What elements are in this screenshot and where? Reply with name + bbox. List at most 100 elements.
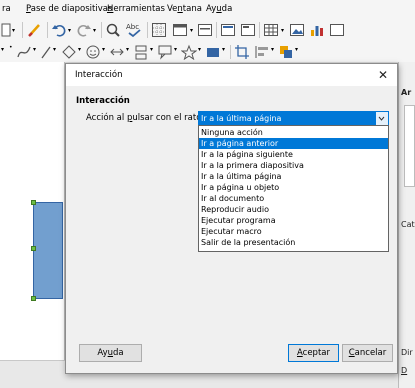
cancel-button[interactable]: Cancelar xyxy=(342,344,393,362)
action-label: Acción al pulsar con el ratón: xyxy=(86,113,210,123)
toolbar-separator xyxy=(230,45,231,59)
chevron-down-icon[interactable]: ▾ xyxy=(12,27,15,34)
redo-icon[interactable] xyxy=(76,22,92,38)
clear-format-icon[interactable] xyxy=(27,22,43,38)
chart-icon[interactable] xyxy=(309,22,325,38)
toolbar-separator xyxy=(147,22,148,38)
ok-button[interactable]: Aceptar xyxy=(288,344,339,362)
resize-handle[interactable] xyxy=(31,296,36,301)
menu-item-window[interactable]: Ventana xyxy=(167,4,202,14)
curve-icon[interactable] xyxy=(16,44,32,60)
flowchart-icon[interactable] xyxy=(133,44,149,60)
dropdown-item[interactable]: Ninguna acción xyxy=(199,127,388,138)
chevron-down-icon[interactable]: ▾ xyxy=(33,46,36,53)
button-text: ancelar xyxy=(354,348,387,358)
menu-bar: ra Pase de diapositivas Herramientas Ven… xyxy=(0,0,415,18)
svg-text:Abc: Abc xyxy=(126,23,139,31)
chevron-down-icon[interactable]: ▾ xyxy=(281,27,284,34)
chevron-down-icon[interactable]: ▾ xyxy=(295,46,298,53)
section-heading: Interacción xyxy=(76,96,130,106)
chevron-down-icon[interactable]: ▾ xyxy=(1,46,4,53)
new-icon[interactable] xyxy=(1,23,11,37)
dropdown-item[interactable]: Ir al documento xyxy=(199,193,388,204)
dropdown-item[interactable]: Ir a la página siguiente xyxy=(199,149,388,160)
dropdown-item[interactable]: Ejecutar programa xyxy=(199,215,388,226)
menu-item-slide-show[interactable]: Pase de diapositivas xyxy=(26,4,112,14)
toolbar-separator xyxy=(101,22,102,38)
menu-item-text: ase de diapositivas xyxy=(30,4,113,14)
menu-item-format[interactable]: ra xyxy=(2,4,11,14)
dropdown-item[interactable]: Ir a página u objeto xyxy=(199,182,388,193)
textbox-icon[interactable] xyxy=(329,22,345,38)
sidebar-label-direction: Dir xyxy=(401,348,413,357)
table-icon[interactable] xyxy=(263,22,279,38)
chevron-down-icon[interactable]: ▾ xyxy=(174,46,177,53)
find-icon[interactable] xyxy=(105,22,121,38)
dialog-titlebar[interactable]: Interacción ✕ xyxy=(66,64,397,86)
chevron-down-icon[interactable]: ▾ xyxy=(78,46,81,53)
action-dropdown-list[interactable]: Ninguna acción Ir a página anterior Ir a… xyxy=(198,125,389,252)
align-icon[interactable] xyxy=(254,44,270,60)
callout-icon[interactable] xyxy=(157,44,173,60)
display-icon[interactable] xyxy=(172,22,188,38)
sidebar-heading: Ar xyxy=(401,88,412,97)
dropdown-item[interactable]: Reproducir audio xyxy=(199,204,388,215)
toolbar-separator xyxy=(47,22,48,38)
button-text: ceptar xyxy=(302,348,330,358)
line-icon[interactable] xyxy=(40,44,52,60)
chevron-down-icon[interactable]: ▾ xyxy=(222,46,225,53)
toolbar-separator xyxy=(259,22,260,38)
menu-item-text: ra xyxy=(2,4,11,14)
selected-shape[interactable] xyxy=(33,202,63,299)
star-icon[interactable] xyxy=(181,44,197,60)
chevron-down-icon[interactable]: ▾ xyxy=(93,27,96,34)
toolbar-separator xyxy=(22,22,23,38)
button-text: Ay xyxy=(97,348,108,358)
combobox-value: Ir a la última página xyxy=(199,112,375,125)
dropdown-item[interactable]: Ir a la primera diapositiva xyxy=(199,160,388,171)
undo-icon[interactable] xyxy=(51,22,67,38)
menu-item-text: Ve xyxy=(167,4,178,14)
button-text: da xyxy=(113,348,124,358)
shapes-icon[interactable] xyxy=(61,44,77,60)
action-combobox[interactable]: Ir a la última página xyxy=(198,111,389,126)
image-icon[interactable] xyxy=(289,22,305,38)
smiley-icon[interactable] xyxy=(85,44,101,60)
menu-item-text: tana xyxy=(182,4,202,14)
chevron-down-icon[interactable]: ▾ xyxy=(102,46,105,53)
dropdown-item[interactable]: Ir a la última página xyxy=(199,171,388,182)
standard-toolbar: ▾ ▾ ▾ Abc ▾ ▾ xyxy=(0,18,415,42)
combobox-dropdown-button[interactable] xyxy=(375,112,388,125)
dropdown-item[interactable]: Ejecutar macro xyxy=(199,226,388,237)
sidebar-label-d: D xyxy=(401,366,408,375)
fill-color-icon[interactable] xyxy=(205,44,221,60)
resize-handle[interactable] xyxy=(31,246,36,251)
dialog-title: Interacción xyxy=(75,70,123,80)
chevron-down-icon[interactable]: ▾ xyxy=(150,46,153,53)
chevron-down-icon xyxy=(378,116,385,121)
sidebar-panel xyxy=(404,105,415,187)
menu-item-help[interactable]: Ayuda xyxy=(206,4,232,14)
crop-icon[interactable] xyxy=(234,44,250,60)
arrows-icon[interactable] xyxy=(109,44,125,60)
chevron-down-icon[interactable]: ▾ xyxy=(198,46,201,53)
chevron-down-icon[interactable]: ▾ xyxy=(271,46,274,53)
dropdown-item-selected[interactable]: Ir a página anterior xyxy=(199,138,388,149)
chevron-down-icon[interactable]: ▾ xyxy=(53,46,56,53)
chevron-down-icon[interactable]: ▾ xyxy=(68,27,71,34)
chevron-down-icon[interactable]: ▾ xyxy=(126,46,129,53)
chevron-down-icon[interactable]: ▾ xyxy=(190,27,193,34)
dropdown-item[interactable]: Salir de la presentación xyxy=(199,237,388,248)
menu-item-tools[interactable]: Herramientas xyxy=(107,4,165,14)
arrange-icon[interactable] xyxy=(278,44,294,60)
new-slide-icon[interactable] xyxy=(240,22,256,38)
slide-layout-icon[interactable] xyxy=(197,22,213,38)
close-icon[interactable]: ✕ xyxy=(375,67,391,83)
grid-icon[interactable] xyxy=(151,22,167,38)
interaction-dialog: Interacción ✕ Interacción Acción al puls… xyxy=(65,63,398,374)
spellcheck-icon[interactable]: Abc xyxy=(125,21,143,38)
help-button[interactable]: Ayuda xyxy=(79,344,142,362)
resize-handle[interactable] xyxy=(31,200,36,205)
master-slide-icon[interactable] xyxy=(220,22,236,38)
menu-item-text: Ay xyxy=(206,4,217,14)
